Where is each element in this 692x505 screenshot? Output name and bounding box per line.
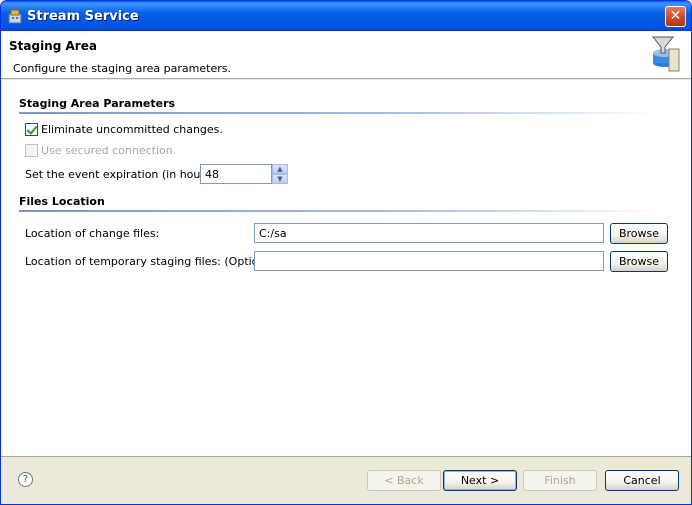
back-button[interactable]: < Back bbox=[367, 470, 441, 491]
database-filter-icon bbox=[651, 36, 680, 72]
temp-files-label: Location of temporary staging files: (Op… bbox=[25, 255, 280, 268]
spinner-down-icon[interactable]: ▼ bbox=[272, 174, 288, 184]
expiration-input[interactable]: 48 bbox=[200, 164, 272, 184]
staging-section-divider bbox=[19, 112, 659, 114]
secured-connection-label: Use secured connection. bbox=[41, 144, 177, 157]
help-icon[interactable]: ? bbox=[18, 472, 33, 487]
files-section-title: Files Location bbox=[19, 195, 105, 208]
cancel-button[interactable]: Cancel bbox=[605, 470, 679, 491]
eliminate-uncommitted-label[interactable]: Eliminate uncommitted changes. bbox=[41, 123, 223, 136]
wizard-content: Staging Area Parameters Eliminate uncomm… bbox=[1, 80, 691, 456]
spinner-up-icon[interactable]: ▲ bbox=[272, 164, 288, 174]
secured-connection-checkbox[interactable] bbox=[25, 144, 38, 157]
change-files-input[interactable]: C:/sa bbox=[254, 223, 604, 243]
page-title: Staging Area bbox=[9, 39, 97, 53]
wizard-button-bar: ? < Back Next > Finish Cancel bbox=[1, 456, 691, 504]
wizard-header: Staging Area Configure the staging area … bbox=[1, 31, 691, 79]
expiration-label: Set the event expiration (in hours). bbox=[25, 168, 219, 181]
eliminate-uncommitted-checkbox[interactable] bbox=[25, 123, 38, 136]
expiration-spinner[interactable]: ▲ ▼ bbox=[272, 164, 288, 184]
close-button[interactable]: ✕ bbox=[665, 6, 686, 27]
change-files-browse-button[interactable]: Browse bbox=[610, 223, 668, 244]
wizard-window: Stream Service ✕ Staging Area Configure … bbox=[0, 0, 692, 505]
temp-files-input[interactable] bbox=[254, 251, 604, 271]
finish-button[interactable]: Finish bbox=[523, 470, 597, 491]
title-bar[interactable]: Stream Service ✕ bbox=[1, 1, 691, 31]
window-title: Stream Service bbox=[27, 9, 139, 24]
next-button[interactable]: Next > bbox=[443, 470, 517, 491]
staging-section-title: Staging Area Parameters bbox=[19, 97, 176, 110]
change-files-label: Location of change files: bbox=[25, 227, 160, 240]
temp-files-browse-button[interactable]: Browse bbox=[610, 251, 668, 272]
files-section-divider bbox=[19, 210, 659, 212]
page-description: Configure the staging area parameters. bbox=[13, 62, 231, 75]
stream-service-icon bbox=[8, 9, 22, 24]
